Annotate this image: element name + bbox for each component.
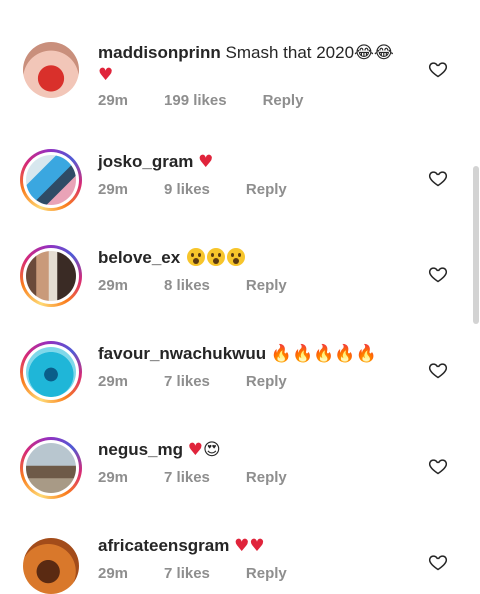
astonished-face-icon bbox=[206, 248, 225, 266]
comment-emoji-heart: ♥ bbox=[187, 440, 204, 460]
comment-emoji-heart: ♥♥ bbox=[234, 536, 265, 556]
username[interactable]: belove_ex bbox=[98, 248, 180, 267]
comment-emoji-heart: ♥ bbox=[198, 152, 214, 172]
likes-count[interactable]: 7 likes bbox=[164, 373, 210, 390]
heart-eyes-emoji: 😍 bbox=[203, 440, 221, 460]
comment-emoji-laugh: 😂😂 bbox=[354, 43, 394, 63]
reply-button[interactable]: Reply bbox=[246, 469, 287, 486]
astonished-face-icon bbox=[226, 248, 245, 266]
reply-button[interactable]: Reply bbox=[246, 565, 287, 582]
comment-time: 29m bbox=[98, 181, 129, 198]
likes-count[interactable]: 7 likes bbox=[164, 469, 210, 486]
scrollbar[interactable] bbox=[473, 166, 479, 324]
avatar[interactable] bbox=[20, 437, 82, 499]
comment-time: 29m bbox=[98, 565, 129, 582]
avatar-image bbox=[23, 42, 79, 98]
avatar[interactable] bbox=[23, 42, 79, 98]
comment-time: 29m bbox=[98, 277, 129, 294]
heart-outline-icon[interactable] bbox=[428, 360, 448, 380]
avatar-image bbox=[26, 443, 76, 493]
comment-emoji-heart: ♥ bbox=[98, 65, 114, 85]
reply-button[interactable]: Reply bbox=[246, 373, 287, 390]
heart-outline-icon[interactable] bbox=[428, 552, 448, 572]
heart-outline-icon[interactable] bbox=[428, 456, 448, 476]
avatar-image bbox=[26, 251, 76, 301]
fire-emoji: 🔥🔥🔥🔥🔥 bbox=[270, 344, 377, 364]
reply-button[interactable]: Reply bbox=[246, 181, 287, 198]
comment-time: 29m bbox=[98, 92, 129, 109]
heart-outline-icon[interactable] bbox=[428, 59, 448, 79]
avatar[interactable] bbox=[20, 149, 82, 211]
comment-text: Smash that 2020 bbox=[225, 43, 355, 62]
reply-button[interactable]: Reply bbox=[263, 92, 304, 109]
heart-outline-icon[interactable] bbox=[428, 264, 448, 284]
username[interactable]: africateensgram bbox=[98, 536, 229, 555]
username[interactable]: favour_nwachukwuu bbox=[98, 344, 266, 363]
avatar[interactable] bbox=[20, 341, 82, 403]
heart-outline-icon[interactable] bbox=[428, 168, 448, 188]
likes-count[interactable]: 199 likes bbox=[164, 92, 227, 109]
username[interactable]: josko_gram bbox=[98, 152, 193, 171]
likes-count[interactable]: 7 likes bbox=[164, 565, 210, 582]
avatar[interactable] bbox=[20, 245, 82, 307]
reply-button[interactable]: Reply bbox=[246, 277, 287, 294]
avatar-image bbox=[26, 155, 76, 205]
astonished-face-icon bbox=[186, 248, 205, 266]
comment-time: 29m bbox=[98, 469, 129, 486]
username[interactable]: maddisonprinn bbox=[98, 43, 221, 62]
avatar-image bbox=[26, 347, 76, 397]
likes-count[interactable]: 8 likes bbox=[164, 277, 210, 294]
username[interactable]: negus_mg bbox=[98, 440, 183, 459]
likes-count[interactable]: 9 likes bbox=[164, 181, 210, 198]
comment-time: 29m bbox=[98, 373, 129, 390]
